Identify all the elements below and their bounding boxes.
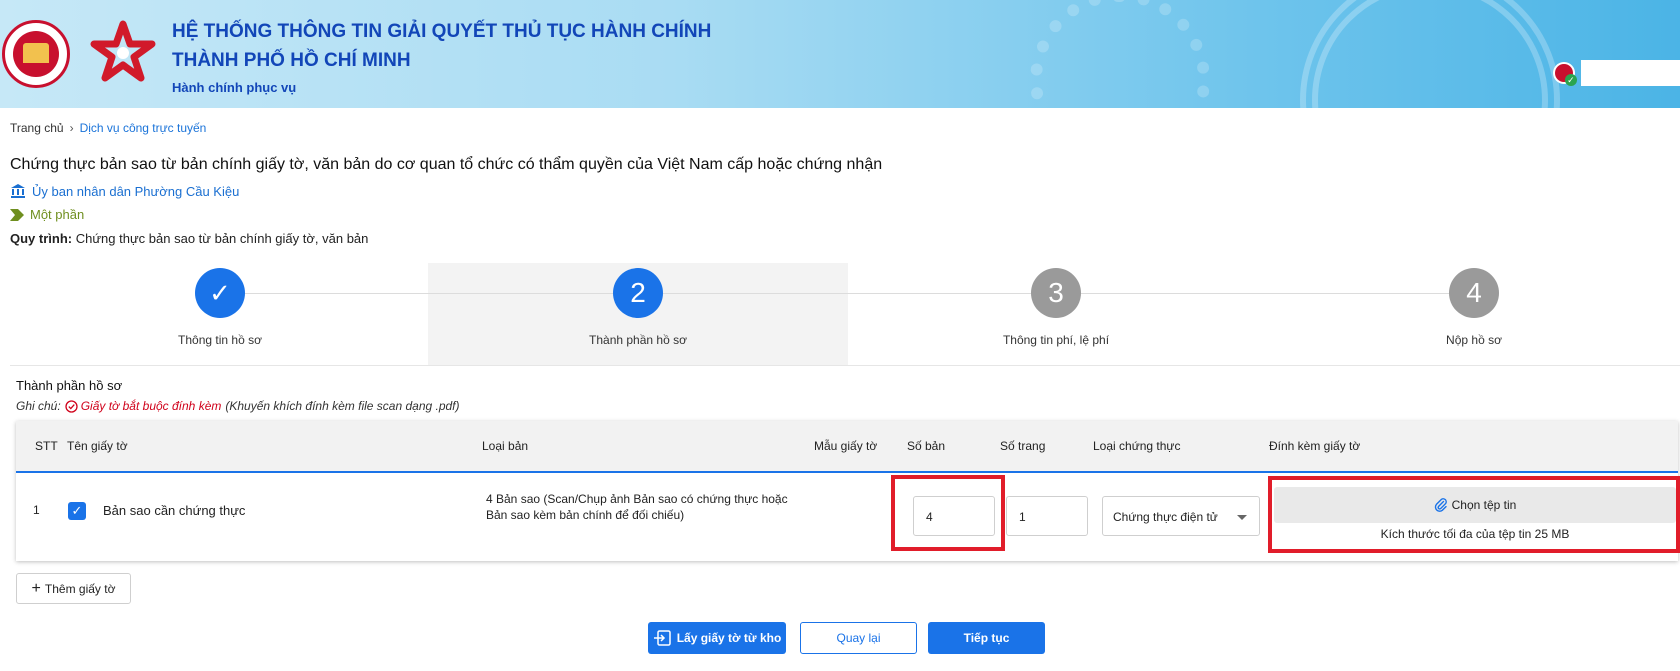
breadcrumb-current[interactable]: Dịch vụ công trực tuyến: [80, 121, 207, 135]
chevron-tag-icon: [10, 208, 24, 221]
header-type: Loại bản: [482, 439, 529, 453]
import-icon: [653, 630, 671, 646]
required-icon: [65, 399, 78, 413]
agency-name[interactable]: Ủy ban nhân dân Phường Cầu Kiệu: [32, 184, 239, 199]
row-name: Bản sao cần chứng thực: [103, 503, 246, 518]
row-stt: 1: [33, 503, 40, 517]
step-number: 3: [1031, 268, 1081, 318]
breadcrumb: Trang chủ › Dịch vụ công trực tuyến: [10, 121, 206, 135]
add-document-label: Thêm giấy tờ: [44, 581, 116, 596]
process-value: Chứng thực bản sao từ bản chính giấy tờ,…: [75, 231, 369, 246]
step-label: Thông tin hồ sơ: [178, 333, 262, 347]
table-header: STT Tên giấy tờ Loại bản Mẫu giấy tờ Số …: [16, 421, 1678, 473]
user-name-box[interactable]: [1580, 60, 1680, 86]
header-stt: STT: [35, 439, 58, 453]
breadcrumb-home[interactable]: Trang chủ: [10, 121, 64, 135]
header-pattern: [1300, 0, 1560, 108]
step-label: Nộp hồ sơ: [1446, 333, 1502, 347]
step-2[interactable]: 2 Thành phần hồ sơ: [428, 263, 848, 347]
chevron-right-icon: ›: [69, 121, 74, 135]
header-attach: Đính kèm giấy tờ: [1269, 439, 1361, 453]
highlight-box: [891, 475, 1005, 551]
city-logo[interactable]: [2, 20, 70, 88]
header-template: Mẫu giấy tờ: [814, 439, 878, 453]
system-subtitle: Hành chính phục vụ: [172, 80, 297, 95]
header-pages: Số trang: [1000, 439, 1046, 453]
row-type: 4 Bản sao (Scan/Chụp ảnh Bản sao có chứn…: [486, 492, 788, 522]
required-note: Giấy tờ bắt buộc đính kèm: [65, 399, 222, 413]
verified-icon: ✓: [1564, 74, 1577, 86]
continue-button[interactable]: Tiếp tục: [928, 622, 1045, 654]
chevron-down-icon: [1237, 515, 1247, 520]
note: Ghi chú: Giấy tờ bắt buộc đính kèm (Khuy…: [16, 399, 460, 413]
step-label: Thông tin phí, lệ phí: [1002, 333, 1110, 347]
step-number: 2: [613, 268, 663, 318]
highlight-box: [1268, 476, 1680, 553]
user-menu[interactable]: ✓: [1553, 60, 1680, 86]
page-title: Chứng thực bản sao từ bản chính giấy tờ,…: [10, 156, 883, 173]
step-label: Thành phần hồ sơ: [589, 333, 687, 347]
add-document-button[interactable]: + Thêm giấy tờ: [16, 573, 131, 604]
step-3[interactable]: 3 Thông tin phí, lệ phí: [846, 263, 1266, 347]
step-4[interactable]: 4 Nộp hồ sơ: [1264, 263, 1680, 347]
agency-info: Ủy ban nhân dân Phường Cầu Kiệu: [10, 183, 239, 199]
cert-type-value: Chứng thực điện tử: [1113, 510, 1218, 524]
header-cert-type: Loại chứng thực: [1093, 439, 1181, 453]
process-label: Quy trình:: [10, 231, 73, 246]
cert-type-select[interactable]: Chứng thực điện tử: [1102, 496, 1260, 536]
service-level: Một phần: [10, 207, 84, 222]
system-title: HỆ THỐNG THÔNG TIN GIẢI QUYẾT THỦ TỤC HÀ…: [172, 21, 712, 71]
plus-icon: +: [31, 579, 41, 597]
step-number: 4: [1449, 268, 1499, 318]
get-from-store-button[interactable]: Lấy giấy tờ từ kho: [648, 622, 786, 654]
check-icon: ✓: [195, 268, 245, 318]
row-checkbox[interactable]: ✓: [68, 502, 86, 520]
bank-icon: [11, 184, 25, 198]
service-logo[interactable]: [90, 20, 156, 86]
pages-input[interactable]: 1: [1006, 496, 1088, 536]
header-name: Tên giấy tờ: [67, 439, 128, 453]
progress-stepper: ✓ Thông tin hồ sơ 2 Thành phần hồ sơ 3 T…: [10, 263, 1680, 365]
required-text: Giấy tờ bắt buộc đính kèm: [80, 399, 222, 413]
back-button[interactable]: Quay lại: [800, 622, 917, 654]
divider: [10, 365, 1680, 366]
header-copies: Số bản: [907, 439, 946, 453]
site-header: HỆ THỐNG THÔNG TIN GIẢI QUYẾT THỦ TỤC HÀ…: [0, 0, 1680, 108]
step-1[interactable]: ✓ Thông tin hồ sơ: [10, 263, 430, 347]
service-level-label: Một phần: [30, 207, 85, 222]
note-hint: (Khuyến khích đính kèm file scan dạng .p…: [225, 399, 460, 413]
process-info: Quy trình: Chứng thực bản sao từ bản chí…: [10, 231, 368, 246]
avatar[interactable]: ✓: [1553, 62, 1577, 86]
header-pattern: [1030, 0, 1210, 108]
note-label: Ghi chú:: [16, 399, 61, 413]
section-title: Thành phần hồ sơ: [16, 378, 123, 393]
get-from-store-label: Lấy giấy tờ từ kho: [676, 631, 782, 645]
